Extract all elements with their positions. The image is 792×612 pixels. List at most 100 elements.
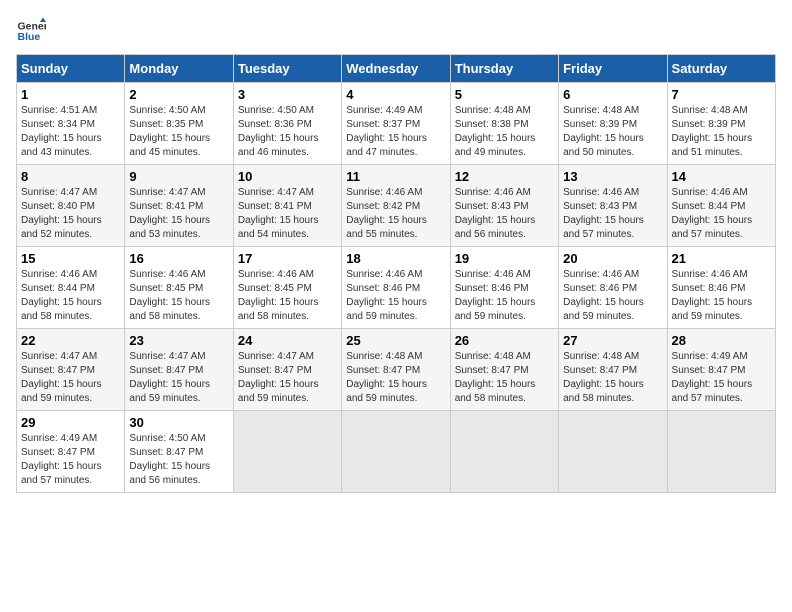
calendar-week-row: 29 Sunrise: 4:49 AM Sunset: 8:47 PM Dayli… (17, 411, 776, 493)
calendar-cell: 8 Sunrise: 4:47 AM Sunset: 8:40 PM Daylig… (17, 165, 125, 247)
calendar-cell: 19Sunrise: 4:46 AM Sunset: 8:46 PM Dayli… (450, 247, 558, 329)
calendar-week-row: 1 Sunrise: 4:51 AM Sunset: 8:34 PM Daylig… (17, 83, 776, 165)
calendar-week-row: 8 Sunrise: 4:47 AM Sunset: 8:40 PM Daylig… (17, 165, 776, 247)
calendar-cell: 2 Sunrise: 4:50 AM Sunset: 8:35 PM Daylig… (125, 83, 233, 165)
calendar-cell: 10 Sunrise: 4:47 AM Sunset: 8:41 PM Dayli… (233, 165, 341, 247)
day-number: 15 (21, 251, 120, 266)
day-number: 21 (672, 251, 771, 266)
calendar-cell: 25 Sunrise: 4:48 AM Sunset: 8:47 PM Dayli… (342, 329, 450, 411)
day-number: 14 (672, 169, 771, 184)
day-info: Sunrise: 4:50 AM Sunset: 8:35 PM Dayligh… (129, 104, 228, 160)
day-info: Sunrise: 4:48 AM Sunset: 8:47 PM Dayligh… (563, 350, 662, 406)
weekday-header-wednesday: Wednesday (342, 55, 450, 83)
calendar-cell: 29 Sunrise: 4:49 AM Sunset: 8:47 PM Dayli… (17, 411, 125, 493)
day-number: 18 (346, 251, 445, 266)
calendar-cell: 13Sunrise: 4:46 AM Sunset: 8:43 PM Dayli… (559, 165, 667, 247)
calendar-cell (450, 411, 558, 493)
day-number: 19 (455, 251, 554, 266)
calendar-cell: 28 Sunrise: 4:49 AM Sunset: 8:47 PM Dayli… (667, 329, 775, 411)
day-info: Sunrise: 4:50 AM Sunset: 8:36 PM Dayligh… (238, 104, 337, 160)
calendar-cell: 21 Sunrise: 4:46 AM Sunset: 8:46 PM Dayli… (667, 247, 775, 329)
day-number: 22 (21, 333, 120, 348)
weekday-header-friday: Friday (559, 55, 667, 83)
calendar-cell: 23 Sunrise: 4:47 AM Sunset: 8:47 PM Dayli… (125, 329, 233, 411)
day-number: 16 (129, 251, 228, 266)
day-info: Sunrise: 4:46 AM Sunset: 8:43 PM Dayligh… (455, 186, 554, 242)
day-number: 5 (455, 87, 554, 102)
calendar-cell: 1 Sunrise: 4:51 AM Sunset: 8:34 PM Daylig… (17, 83, 125, 165)
weekday-header-monday: Monday (125, 55, 233, 83)
calendar-cell: 27Sunrise: 4:48 AM Sunset: 8:47 PM Dayli… (559, 329, 667, 411)
weekday-header-saturday: Saturday (667, 55, 775, 83)
calendar-cell (667, 411, 775, 493)
day-number: 6 (563, 87, 662, 102)
calendar-cell: 26 Sunrise: 4:48 AM Sunset: 8:47 PM Dayli… (450, 329, 558, 411)
calendar-cell (342, 411, 450, 493)
day-number: 10 (238, 169, 337, 184)
day-info: Sunrise: 4:51 AM Sunset: 8:34 PM Dayligh… (21, 104, 120, 160)
day-info: Sunrise: 4:47 AM Sunset: 8:47 PM Dayligh… (129, 350, 228, 406)
calendar-cell: 17Sunrise: 4:46 AM Sunset: 8:45 PM Dayli… (233, 247, 341, 329)
day-number: 30 (129, 415, 228, 430)
calendar-cell: 14 Sunrise: 4:46 AM Sunset: 8:44 PM Dayli… (667, 165, 775, 247)
calendar-cell: 22Sunrise: 4:47 AM Sunset: 8:47 PM Dayli… (17, 329, 125, 411)
calendar-cell: 3 Sunrise: 4:50 AM Sunset: 8:36 PM Daylig… (233, 83, 341, 165)
day-number: 24 (238, 333, 337, 348)
calendar-cell: 30 Sunrise: 4:50 AM Sunset: 8:47 PM Dayli… (125, 411, 233, 493)
day-info: Sunrise: 4:48 AM Sunset: 8:39 PM Dayligh… (672, 104, 771, 160)
day-number: 25 (346, 333, 445, 348)
calendar-table: SundayMondayTuesdayWednesdayThursdayFrid… (16, 54, 776, 493)
logo-icon: General Blue (16, 16, 46, 46)
day-info: Sunrise: 4:47 AM Sunset: 8:41 PM Dayligh… (129, 186, 228, 242)
day-number: 17 (238, 251, 337, 266)
calendar-cell: 9 Sunrise: 4:47 AM Sunset: 8:41 PM Daylig… (125, 165, 233, 247)
day-info: Sunrise: 4:46 AM Sunset: 8:46 PM Dayligh… (563, 268, 662, 324)
day-number: 9 (129, 169, 228, 184)
weekday-header-sunday: Sunday (17, 55, 125, 83)
calendar-cell: 16 Sunrise: 4:46 AM Sunset: 8:45 PM Dayli… (125, 247, 233, 329)
day-info: Sunrise: 4:46 AM Sunset: 8:42 PM Dayligh… (346, 186, 445, 242)
calendar-cell: 18 Sunrise: 4:46 AM Sunset: 8:46 PM Dayli… (342, 247, 450, 329)
calendar-cell: 4 Sunrise: 4:49 AM Sunset: 8:37 PM Daylig… (342, 83, 450, 165)
day-info: Sunrise: 4:48 AM Sunset: 8:47 PM Dayligh… (346, 350, 445, 406)
header: General Blue (16, 16, 776, 46)
day-info: Sunrise: 4:48 AM Sunset: 8:47 PM Dayligh… (455, 350, 554, 406)
day-number: 29 (21, 415, 120, 430)
calendar-cell: 6 Sunrise: 4:48 AM Sunset: 8:39 PM Daylig… (559, 83, 667, 165)
calendar-cell: 11Sunrise: 4:46 AM Sunset: 8:42 PM Dayli… (342, 165, 450, 247)
day-info: Sunrise: 4:47 AM Sunset: 8:41 PM Dayligh… (238, 186, 337, 242)
logo: General Blue (16, 16, 46, 46)
day-info: Sunrise: 4:49 AM Sunset: 8:37 PM Dayligh… (346, 104, 445, 160)
day-number: 4 (346, 87, 445, 102)
day-info: Sunrise: 4:46 AM Sunset: 8:43 PM Dayligh… (563, 186, 662, 242)
day-info: Sunrise: 4:46 AM Sunset: 8:45 PM Dayligh… (129, 268, 228, 324)
day-info: Sunrise: 4:46 AM Sunset: 8:46 PM Dayligh… (346, 268, 445, 324)
day-number: 7 (672, 87, 771, 102)
svg-text:Blue: Blue (18, 31, 41, 43)
day-number: 8 (21, 169, 120, 184)
calendar-cell: 20 Sunrise: 4:46 AM Sunset: 8:46 PM Dayli… (559, 247, 667, 329)
day-info: Sunrise: 4:50 AM Sunset: 8:47 PM Dayligh… (129, 432, 228, 488)
weekday-header-row: SundayMondayTuesdayWednesdayThursdayFrid… (17, 55, 776, 83)
weekday-header-thursday: Thursday (450, 55, 558, 83)
calendar-cell: 15Sunrise: 4:46 AM Sunset: 8:44 PM Dayli… (17, 247, 125, 329)
day-number: 12 (455, 169, 554, 184)
day-number: 3 (238, 87, 337, 102)
day-number: 28 (672, 333, 771, 348)
day-info: Sunrise: 4:47 AM Sunset: 8:40 PM Dayligh… (21, 186, 120, 242)
calendar-cell: 5Sunrise: 4:48 AM Sunset: 8:38 PM Daylig… (450, 83, 558, 165)
day-info: Sunrise: 4:46 AM Sunset: 8:44 PM Dayligh… (672, 186, 771, 242)
day-number: 23 (129, 333, 228, 348)
calendar-cell: 12 Sunrise: 4:46 AM Sunset: 8:43 PM Dayli… (450, 165, 558, 247)
day-info: Sunrise: 4:49 AM Sunset: 8:47 PM Dayligh… (21, 432, 120, 488)
calendar-cell (233, 411, 341, 493)
day-number: 1 (21, 87, 120, 102)
day-number: 20 (563, 251, 662, 266)
day-number: 26 (455, 333, 554, 348)
calendar-cell: 24Sunrise: 4:47 AM Sunset: 8:47 PM Dayli… (233, 329, 341, 411)
day-number: 2 (129, 87, 228, 102)
day-info: Sunrise: 4:49 AM Sunset: 8:47 PM Dayligh… (672, 350, 771, 406)
day-info: Sunrise: 4:48 AM Sunset: 8:39 PM Dayligh… (563, 104, 662, 160)
day-info: Sunrise: 4:46 AM Sunset: 8:46 PM Dayligh… (672, 268, 771, 324)
weekday-header-tuesday: Tuesday (233, 55, 341, 83)
